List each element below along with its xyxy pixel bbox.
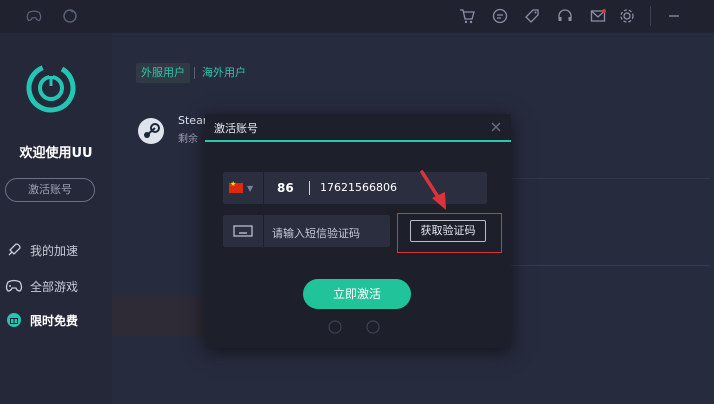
tab-overseas-users[interactable]: 海外用户: [202, 63, 246, 83]
steam-item-subtitle: 剩余: [178, 134, 198, 145]
steam-item-title: Stear: [178, 114, 208, 127]
welcome-text: 欢迎使用UU: [19, 146, 93, 161]
divider: [263, 172, 264, 204]
tab-divider: [194, 67, 195, 79]
sidebar-active-highlight: [112, 296, 207, 336]
divider: [263, 215, 264, 247]
chevron-down-icon: ▼: [247, 183, 254, 193]
country-code-select[interactable]: ▼: [223, 172, 263, 204]
gift-icon: [5, 311, 23, 329]
phone-number-input[interactable]: 17621566806: [320, 181, 397, 194]
activate-account-button[interactable]: 激活账号: [5, 178, 95, 202]
gamepad-logo-icon: [26, 8, 42, 24]
sidebar-item-all-games[interactable]: 全部游戏: [0, 272, 112, 300]
gear-icon[interactable]: [619, 8, 635, 24]
china-flag-icon: [229, 180, 243, 193]
mail-icon[interactable]: [590, 8, 606, 24]
sidebar-item-my-boost[interactable]: 我的加速: [0, 236, 112, 264]
sms-code-input[interactable]: 请输入短信验证码: [272, 225, 360, 241]
divider: [510, 265, 710, 266]
minimize-icon[interactable]: [666, 8, 682, 24]
rocket-icon: [5, 241, 23, 259]
cart-icon[interactable]: [459, 8, 475, 24]
title-bar: [0, 0, 714, 33]
divider: [510, 178, 710, 179]
sms-code-field[interactable]: 请输入短信验证码: [223, 215, 390, 247]
sidebar-item-label: 我的加速: [30, 243, 79, 258]
tab-overseas-server-users[interactable]: 外服用户: [136, 63, 190, 83]
dialog-title: 激活账号: [214, 122, 258, 135]
activate-account-dialog: 激活账号 ▼ 86 17621566806 请输入短信验证码 获取验证码 立即激…: [205, 114, 511, 348]
uu-logo-icon: [25, 62, 77, 114]
arrow-icon: [418, 170, 458, 215]
steam-icon: [137, 117, 165, 145]
tag-icon[interactable]: [524, 8, 540, 24]
sidebar-item-label: 限时免费: [30, 313, 79, 328]
headset-icon[interactable]: [557, 8, 573, 24]
sidebar-item-limited-free[interactable]: 限时免费: [0, 306, 112, 334]
message-icon[interactable]: [492, 8, 508, 24]
sidebar-item-label: 全部游戏: [30, 279, 79, 294]
gamepad-icon: [5, 277, 23, 295]
refresh-icon[interactable]: [62, 8, 78, 24]
keyboard-icon: [223, 215, 263, 247]
text-cursor: [309, 181, 310, 195]
get-code-button[interactable]: 获取验证码: [410, 220, 486, 242]
dialog-header: 激活账号: [205, 114, 511, 142]
faint-icons: [325, 318, 385, 336]
title-bar-divider: [650, 6, 651, 26]
close-icon[interactable]: [489, 119, 503, 133]
country-code: 86: [277, 181, 294, 195]
activate-now-button[interactable]: 立即激活: [303, 279, 411, 309]
